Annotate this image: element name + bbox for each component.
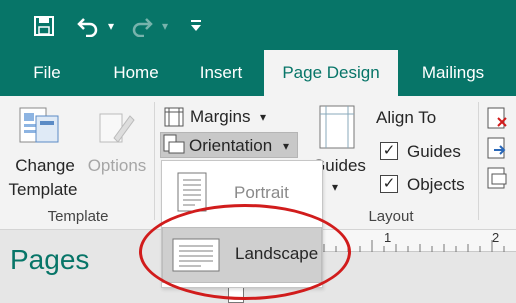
- change-template-icon[interactable]: [16, 104, 62, 148]
- redo-dropdown-icon: ▾: [161, 19, 169, 33]
- orientation-landscape-item[interactable]: Landscape: [162, 227, 322, 283]
- undo-dropdown-icon[interactable]: ▾: [104, 12, 118, 40]
- page-move-icon[interactable]: [486, 136, 510, 160]
- chevron-down-icon: ▾: [283, 139, 290, 153]
- guides-icon[interactable]: [318, 104, 358, 150]
- ribbon-tabs: File Home Insert Page Design Mailings: [0, 50, 516, 96]
- page-delete-icon[interactable]: [486, 106, 510, 130]
- orientation-portrait-item[interactable]: Portrait: [162, 165, 322, 221]
- change-template-label-2[interactable]: Template: [4, 178, 82, 202]
- ruler-mark: 1: [384, 230, 392, 245]
- tab-mailings[interactable]: Mailings: [410, 50, 496, 96]
- align-objects-checkbox[interactable]: ✓: [380, 175, 398, 193]
- landscape-icon: [172, 238, 220, 272]
- options-button: Options: [87, 156, 147, 175]
- group-divider: [154, 102, 155, 220]
- quick-access-toolbar: ▾ ▾: [0, 0, 516, 50]
- tab-home[interactable]: Home: [100, 50, 172, 96]
- margins-label: Margins: [190, 107, 251, 126]
- change-template-label-1[interactable]: Change: [8, 154, 82, 178]
- save-icon[interactable]: [30, 12, 58, 40]
- portrait-label: Portrait: [234, 183, 289, 202]
- orientation-button[interactable]: Orientation ▾: [160, 132, 298, 158]
- margins-icon: [164, 107, 184, 127]
- margins-button[interactable]: Margins ▾: [162, 104, 282, 130]
- align-objects-label: Objects: [407, 175, 465, 194]
- undo-icon[interactable]: [74, 12, 102, 40]
- orientation-icon: [163, 134, 185, 154]
- ruler-mark: 2: [492, 230, 500, 245]
- landscape-label: Landscape: [235, 244, 319, 263]
- portrait-icon: [177, 172, 207, 212]
- page-size-icon[interactable]: [486, 166, 510, 190]
- orientation-menu: Portrait Landscape: [161, 160, 323, 288]
- tab-page-design[interactable]: Page Design: [264, 50, 398, 96]
- align-to-label: Align To: [376, 108, 437, 127]
- layout-group-label: Layout: [368, 208, 414, 225]
- tab-insert[interactable]: Insert: [188, 50, 254, 96]
- horizontal-ruler[interactable]: 1 2: [320, 230, 516, 252]
- options-icon: [96, 108, 136, 148]
- redo-icon: [128, 12, 156, 40]
- chevron-down-icon: ▾: [260, 110, 267, 124]
- customize-qat-icon[interactable]: [188, 12, 204, 40]
- tab-file[interactable]: File: [18, 50, 76, 96]
- template-group-label: Template: [47, 208, 109, 225]
- group-divider: [478, 102, 479, 220]
- pages-pane-title: Pages: [10, 244, 90, 275]
- align-guides-label: Guides: [407, 142, 461, 161]
- orientation-label: Orientation: [189, 136, 273, 155]
- chevron-down-icon[interactable]: ▾: [332, 180, 338, 194]
- align-guides-checkbox[interactable]: ✓: [380, 142, 398, 160]
- ruler-ticks: [323, 240, 505, 252]
